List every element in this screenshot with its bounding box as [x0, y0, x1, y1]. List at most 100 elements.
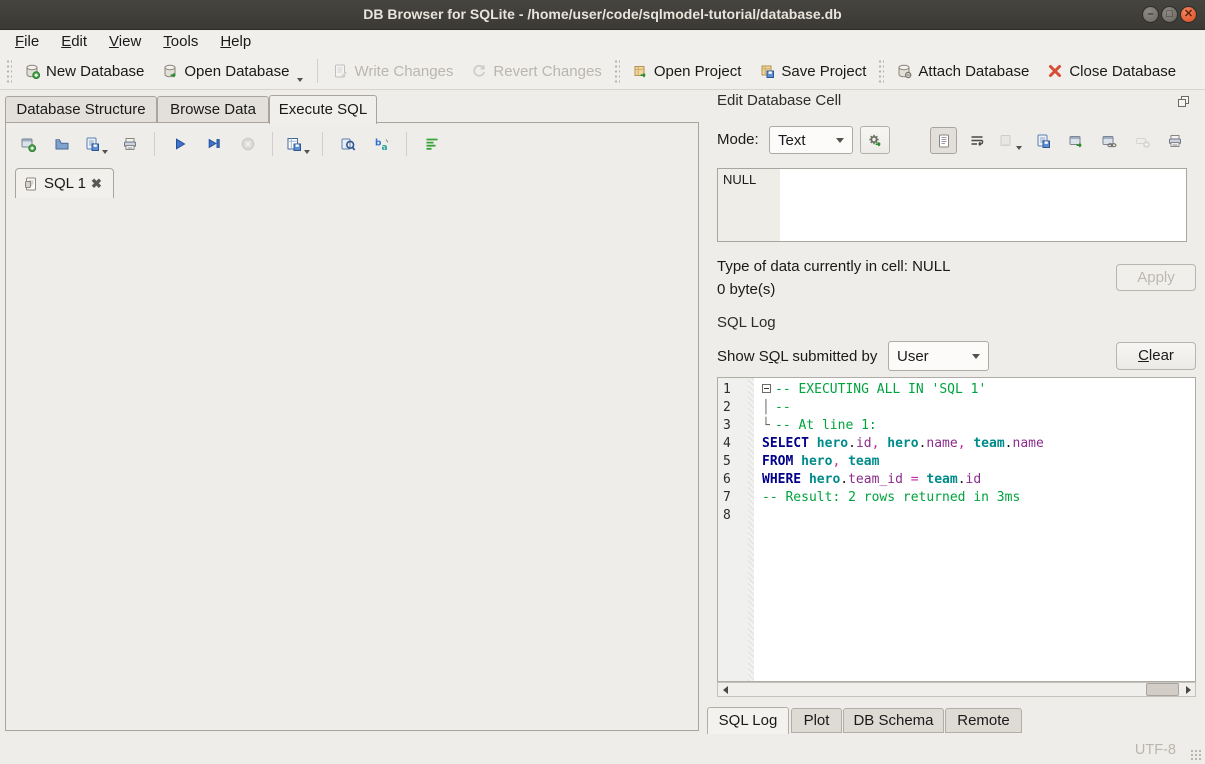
open-external-button[interactable]: [1062, 127, 1089, 154]
maximize-icon[interactable]: □: [1161, 6, 1178, 23]
clear-button[interactable]: Clear: [1116, 342, 1196, 370]
open-database-button[interactable]: Open Database: [153, 57, 312, 86]
format-button[interactable]: ba: [367, 130, 396, 158]
execute-all-icon: [172, 136, 188, 152]
tab-execute-sql[interactable]: Execute SQL: [269, 95, 377, 124]
execute-sql-pane: [5, 122, 699, 731]
log-line: │--: [754, 399, 1195, 417]
fold-collapse-icon[interactable]: [762, 384, 771, 393]
edit-cell-panel-title: Edit Database Cell: [717, 92, 841, 109]
encoding-status: UTF-8: [1135, 742, 1176, 758]
attach-database-icon: [896, 63, 912, 79]
text-mode-button[interactable]: [930, 127, 957, 154]
dock-tab-db-schema[interactable]: DB Schema: [843, 708, 944, 733]
mode-select[interactable]: Text: [769, 126, 853, 154]
new-tab-button[interactable]: [13, 130, 42, 158]
write-changes-icon: [332, 63, 348, 79]
window-title: DB Browser for SQLite - /home/user/code/…: [0, 0, 1205, 29]
minimize-icon[interactable]: –: [1142, 6, 1159, 23]
print-button[interactable]: [115, 130, 144, 158]
fold-guide: │: [762, 399, 775, 417]
execute-line-icon: [206, 136, 222, 152]
cell-size-text: 0 byte(s): [717, 281, 775, 298]
tab-close-icon[interactable]: ✖: [91, 176, 102, 192]
scroll-right-icon[interactable]: [1181, 683, 1195, 696]
word-wrap-button[interactable]: [963, 127, 990, 154]
find-button[interactable]: [333, 130, 362, 158]
text-mode-icon: [936, 133, 952, 149]
find-icon: [340, 136, 356, 152]
sql-tab-label: SQL 1: [44, 175, 86, 192]
execute-line-button[interactable]: [199, 130, 228, 158]
export-results-button[interactable]: [283, 130, 312, 158]
app-window: DB Browser for SQLite - /home/user/code/…: [0, 0, 1205, 764]
log-filter-select[interactable]: User: [888, 341, 989, 371]
revert-changes-label: Revert Changes: [493, 63, 601, 80]
link-button[interactable]: [1095, 127, 1122, 154]
open-project-icon: [632, 63, 648, 79]
open-project-button[interactable]: Open Project: [623, 57, 751, 86]
line-number: 4: [718, 435, 748, 453]
attach-database-button[interactable]: Attach Database: [887, 57, 1038, 86]
tab-browse-data[interactable]: Browse Data: [157, 96, 269, 123]
log-horizontal-scrollbar[interactable]: [717, 682, 1196, 697]
dock-tab-sql-log[interactable]: SQL Log: [707, 707, 789, 734]
cell-value-editor[interactable]: NULL: [717, 168, 1187, 242]
new-database-label: New Database: [46, 63, 144, 80]
fold-guide: └: [762, 417, 775, 435]
wrap-icon: [424, 136, 440, 152]
titlebar: DB Browser for SQLite - /home/user/code/…: [0, 0, 1205, 30]
mode-label: Mode:: [717, 131, 759, 148]
chevron-down-icon: [972, 354, 980, 359]
panel-float-icon[interactable]: [1177, 95, 1190, 108]
close-database-button[interactable]: Close Database: [1038, 57, 1185, 86]
log-line: -- Result: 2 rows returned in 3ms: [754, 489, 1195, 507]
menu-tools[interactable]: Tools: [152, 30, 209, 53]
toolbar-grip: [878, 59, 884, 83]
new-tab-icon: [20, 136, 36, 152]
chevron-down-icon: [836, 138, 844, 143]
open-sql-button[interactable]: [47, 130, 76, 158]
resize-grip-icon[interactable]: [1190, 749, 1202, 761]
wrap-button[interactable]: [417, 130, 446, 158]
open-sql-icon: [54, 136, 70, 152]
main-toolbar: New DatabaseOpen DatabaseWrite ChangesRe…: [0, 53, 1205, 90]
open-project-label: Open Project: [654, 63, 742, 80]
tab-database-structure[interactable]: Database Structure: [5, 96, 157, 123]
dock-tab-plot[interactable]: Plot: [791, 708, 842, 733]
apply-button[interactable]: Apply: [1116, 264, 1196, 291]
save-project-icon: [759, 63, 775, 79]
new-database-button[interactable]: New Database: [15, 57, 153, 86]
log-line: WHERE hero.team_id = team.id: [754, 471, 1195, 489]
export-results-icon: [286, 136, 302, 152]
close-database-label: Close Database: [1069, 63, 1176, 80]
menu-help[interactable]: Help: [209, 30, 262, 53]
save-project-button[interactable]: Save Project: [750, 57, 875, 86]
open-database-icon: [162, 63, 178, 79]
export-cell-icon: [1035, 133, 1051, 149]
execute-all-button[interactable]: [165, 130, 194, 158]
dock-tab-remote[interactable]: Remote: [945, 708, 1022, 733]
save-sql-button[interactable]: [81, 130, 110, 158]
revert-changes-button: Revert Changes: [462, 57, 610, 86]
print-button[interactable]: [1161, 127, 1188, 154]
export-cell-button[interactable]: [1029, 127, 1056, 154]
toolbar-grip: [614, 59, 620, 83]
log-line: [754, 507, 1195, 525]
menu-edit[interactable]: Edit: [50, 30, 98, 53]
menu-file[interactable]: File: [4, 30, 50, 53]
log-line: SELECT hero.id, hero.name, team.name: [754, 435, 1195, 453]
sql-editor-tab[interactable]: SQL 1 ✖: [15, 168, 114, 198]
sql-log-view[interactable]: 12345678 -- EXECUTING ALL IN 'SQL 1'│--└…: [717, 377, 1196, 682]
cell-editor-toolbar: [930, 127, 1188, 154]
save-sql-icon: [84, 136, 100, 152]
scroll-left-icon[interactable]: [718, 683, 732, 696]
print-icon: [1167, 133, 1183, 149]
toolbar-separator: [317, 59, 318, 83]
scrollbar-thumb[interactable]: [1146, 683, 1179, 696]
close-icon[interactable]: ✕: [1180, 6, 1197, 23]
toolbar-grip: [6, 59, 12, 83]
menu-view[interactable]: View: [98, 30, 152, 53]
auto-mode-button[interactable]: [860, 126, 890, 154]
line-number: 1: [718, 381, 748, 399]
